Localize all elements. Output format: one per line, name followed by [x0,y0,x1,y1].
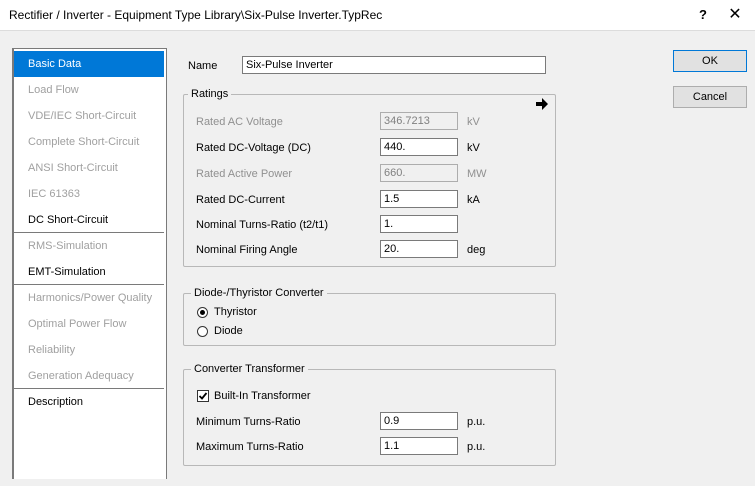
diode-radio[interactable] [197,326,208,337]
checkmark-icon [198,392,208,400]
converter-transformer-group-title: Converter Transformer [191,363,308,375]
thyristor-label[interactable]: Thyristor [214,306,257,318]
maximum-turns-ratio-label: Maximum Turns-Ratio [196,441,304,453]
nav-item-description[interactable]: Description [14,389,164,415]
minimum-turns-ratio-label: Minimum Turns-Ratio [196,416,301,428]
help-button[interactable]: ? [690,4,716,26]
close-button[interactable]: ✕ [722,4,748,26]
rated-ac-voltage-field: 346.7213 [380,112,458,130]
name-label: Name [188,60,218,72]
rated-ac-voltage-unit: kV [467,116,480,128]
nav-item-reliability[interactable]: Reliability [14,337,164,363]
nominal-firing-angle-input[interactable]: 20. [380,240,458,258]
nav-item-rms-simulation[interactable]: RMS-Simulation [14,233,164,259]
rated-dc-voltage-unit: kV [467,142,480,154]
rated-active-power-field: 660. [380,164,458,182]
diode-label[interactable]: Diode [214,325,243,337]
rated-dc-current-label: Rated DC-Current [196,194,285,206]
page-navigation: Basic Data Load Flow VDE/IEC Short-Circu… [12,48,167,479]
nav-item-emt-simulation[interactable]: EMT-Simulation [14,259,164,285]
nominal-firing-angle-unit: deg [467,244,486,256]
nav-item-complete-short-circuit[interactable]: Complete Short-Circuit [14,129,164,155]
maximum-turns-ratio-input[interactable]: 1.1 [380,437,458,455]
nav-item-dc-short-circuit[interactable]: DC Short-Circuit [14,207,164,233]
name-input[interactable]: Six-Pulse Inverter [242,56,546,74]
nav-item-harmonics-power-quality[interactable]: Harmonics/Power Quality [14,285,164,311]
nav-item-ansi-short-circuit[interactable]: ANSI Short-Circuit [14,155,164,181]
rated-active-power-unit: MW [467,168,487,180]
window-title: Rectifier / Inverter - Equipment Type Li… [9,8,383,22]
converter-group [183,293,556,346]
built-in-transformer-checkbox[interactable] [197,390,209,402]
rated-dc-voltage-label: Rated DC-Voltage (DC) [196,142,311,154]
nominal-turns-ratio-input[interactable]: 1. [380,215,458,233]
nav-item-optimal-power-flow[interactable]: Optimal Power Flow [14,311,164,337]
nav-item-basic-data[interactable]: Basic Data [14,51,164,77]
minimum-turns-ratio-input[interactable]: 0.9 [380,412,458,430]
nav-item-load-flow[interactable]: Load Flow [14,77,164,103]
rated-ac-voltage-label: Rated AC Voltage [196,116,283,128]
ok-button[interactable]: OK [673,50,747,72]
cancel-button[interactable]: Cancel [673,86,747,108]
ratings-group-title: Ratings [188,88,232,100]
arrow-right-icon [536,98,548,110]
nav-item-vde-iec-short-circuit[interactable]: VDE/IEC Short-Circuit [14,103,164,129]
thyristor-radio[interactable] [197,307,208,318]
rated-dc-voltage-input[interactable]: 440. [380,138,458,156]
converter-group-title: Diode-/Thyristor Converter [191,287,327,299]
rated-dc-current-unit: kA [467,194,480,206]
rated-dc-current-input[interactable]: 1.5 [380,190,458,208]
minimum-turns-ratio-unit: p.u. [467,416,486,428]
title-bar: Rectifier / Inverter - Equipment Type Li… [0,0,755,31]
nominal-firing-angle-label: Nominal Firing Angle [196,244,298,256]
nav-item-iec-61363[interactable]: IEC 61363 [14,181,164,207]
built-in-transformer-label[interactable]: Built-In Transformer [214,390,311,402]
expand-arrow-button[interactable] [533,96,551,112]
rated-active-power-label: Rated Active Power [196,168,292,180]
radio-selected-dot [200,310,205,315]
nav-item-generation-adequacy[interactable]: Generation Adequacy [14,363,164,389]
maximum-turns-ratio-unit: p.u. [467,441,486,453]
nominal-turns-ratio-label: Nominal Turns-Ratio (t2/t1) [196,219,329,231]
